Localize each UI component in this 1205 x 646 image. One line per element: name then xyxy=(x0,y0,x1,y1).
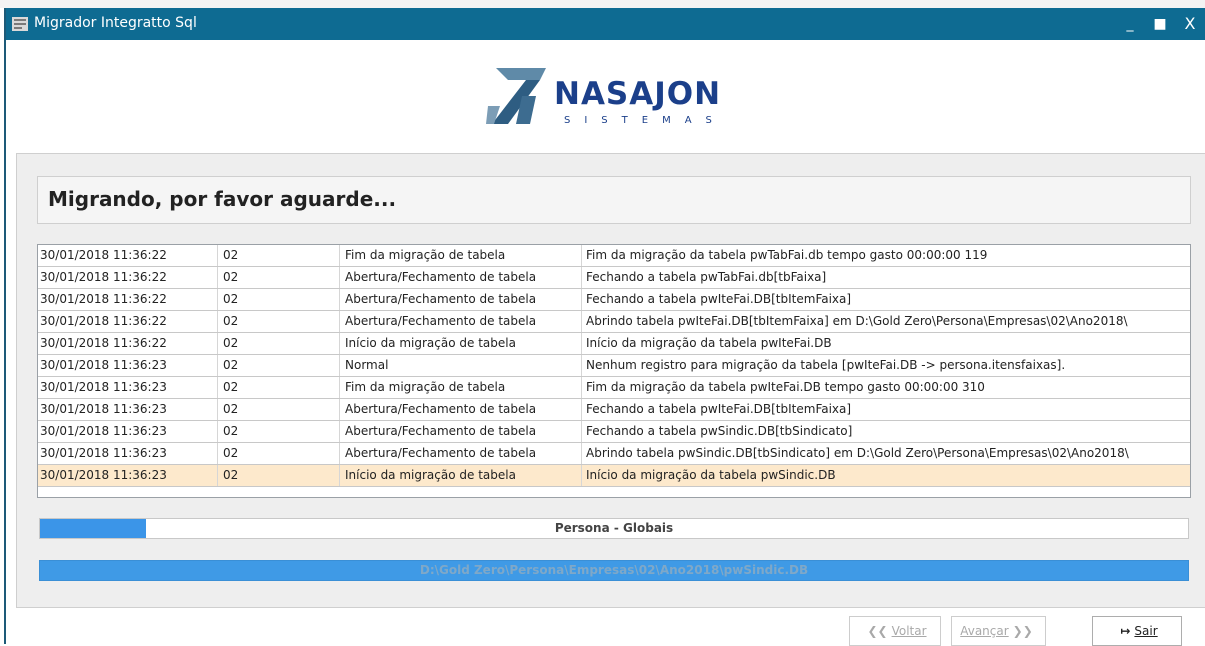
log-cell-message: Fechando a tabela pwIteFai.DB[tbItemFaix… xyxy=(586,292,852,306)
log-row[interactable]: 30/01/2018 11:36:23 02 Abertura/Fechamento… xyxy=(38,399,1190,421)
title-bar[interactable]: Migrador Integratto Sql _ ■ X xyxy=(6,8,1205,40)
log-row[interactable]: 30/01/2018 11:36:22 02 Abertura/Fechamento… xyxy=(38,311,1190,333)
log-cell-message: Início da migração da tabela pwIteFai.DB xyxy=(586,336,832,350)
log-cell-type: Fim da migração de tabela xyxy=(340,377,582,398)
next-button-label: Avançar xyxy=(960,624,1009,638)
log-cell-datetime: 30/01/2018 11:36:22 xyxy=(38,267,218,288)
page-title: Migrando, por favor aguarde... xyxy=(48,187,397,211)
top-strip xyxy=(0,0,1205,8)
log-row[interactable]: 30/01/2018 11:36:23 02 Abertura/Fechamento… xyxy=(38,443,1190,465)
log-cell-datetime: 30/01/2018 11:36:23 xyxy=(38,355,218,376)
exit-button[interactable]: ↦ Sair xyxy=(1092,616,1182,646)
log-cell-datetime: 30/01/2018 11:36:23 xyxy=(38,377,218,398)
log-cell-datetime: 30/01/2018 11:36:22 xyxy=(38,333,218,354)
log-cell-company: 02 xyxy=(218,465,340,486)
exit-button-label: Sair xyxy=(1134,624,1158,638)
log-cell-company: 02 xyxy=(218,355,340,376)
exit-icon: ↦ xyxy=(1120,624,1131,638)
logo-subtitle: SISTEMAS xyxy=(564,115,726,126)
log-cell-datetime: 30/01/2018 11:36:23 xyxy=(38,443,218,464)
log-row[interactable]: 30/01/2018 11:36:23 02 Abertura/Fechamento… xyxy=(38,421,1190,443)
log-cell-type: Abertura/Fechamento de tabela xyxy=(340,267,582,288)
log-cell-type: Início da migração de tabela xyxy=(340,465,582,486)
log-cell-datetime: 30/01/2018 11:36:23 xyxy=(38,399,218,420)
app-window: Migrador Integratto Sql _ ■ X NASAJON SI… xyxy=(4,8,1205,646)
log-cell-company: 02 xyxy=(218,377,340,398)
log-cell-datetime: 30/01/2018 11:36:23 xyxy=(38,421,218,442)
log-cell-message: Abrindo tabela pwSindic.DB[tbSindicato] … xyxy=(586,446,1129,460)
maximize-button[interactable]: ■ xyxy=(1149,13,1171,35)
log-cell-type: Abertura/Fechamento de tabela xyxy=(340,289,582,310)
log-row[interactable]: 30/01/2018 11:36:22 02 Abertura/Fechamento… xyxy=(38,267,1190,289)
log-cell-message: Fim da migração da tabela pwTabFai.db te… xyxy=(586,248,988,262)
back-button[interactable]: ❮❮ Voltar xyxy=(849,616,941,646)
log-row[interactable]: 30/01/2018 11:36:22 02 Início da migração … xyxy=(38,333,1190,355)
log-cell-company: 02 xyxy=(218,311,340,332)
log-cell-type: Abertura/Fechamento de tabela xyxy=(340,443,582,464)
overall-progress-label: Persona - Globais xyxy=(554,521,674,535)
log-cell-datetime: 30/01/2018 11:36:22 xyxy=(38,289,218,310)
close-button[interactable]: X xyxy=(1179,13,1201,35)
log-cell-company: 02 xyxy=(218,333,340,354)
migration-panel: Migrando, por favor aguarde... 30/01/201… xyxy=(16,153,1205,608)
log-cell-datetime: 30/01/2018 11:36:23 xyxy=(38,465,218,486)
log-cell-message: Abrindo tabela pwIteFai.DB[tbItemFaixa] … xyxy=(586,314,1128,328)
log-cell-message: Início da migração da tabela pwSindic.DB xyxy=(586,468,836,482)
log-cell-message: Nenhum registro para migração da tabela … xyxy=(586,358,1066,372)
log-row[interactable]: 30/01/2018 11:36:23 02 Fim da migração de … xyxy=(38,377,1190,399)
window-title: Migrador Integratto Sql xyxy=(34,15,197,31)
file-progress-label: D:\Gold Zero\Persona\Empresas\02\Ano2018… xyxy=(419,563,809,577)
logo-text: NASAJON xyxy=(554,76,722,112)
log-cell-type: Início da migração de tabela xyxy=(340,333,582,354)
double-chevron-left-icon: ❮❮ xyxy=(867,624,888,638)
log-row[interactable]: 30/01/2018 11:36:23 02 Normal Nenhum regist… xyxy=(38,355,1190,377)
log-cell-datetime: 30/01/2018 11:36:22 xyxy=(38,245,218,266)
log-cell-datetime: 30/01/2018 11:36:22 xyxy=(38,311,218,332)
log-cell-company: 02 xyxy=(218,267,340,288)
next-button[interactable]: Avançar ❯❯ xyxy=(951,616,1046,646)
log-cell-company: 02 xyxy=(218,289,340,310)
log-grid[interactable]: 30/01/2018 11:36:22 02 Fim da migração de … xyxy=(37,244,1191,498)
log-cell-message: Fim da migração da tabela pwIteFai.DB te… xyxy=(586,380,985,394)
log-cell-type: Fim da migração de tabela xyxy=(340,245,582,266)
log-cell-message: Fechando a tabela pwSindic.DB[tbSindicat… xyxy=(586,424,853,438)
log-cell-company: 02 xyxy=(218,443,340,464)
log-cell-type: Abertura/Fechamento de tabela xyxy=(340,421,582,442)
double-chevron-right-icon: ❯❯ xyxy=(1012,624,1033,638)
heading-box: Migrando, por favor aguarde... xyxy=(37,176,1191,224)
log-cell-message: Fechando a tabela pwIteFai.DB[tbItemFaix… xyxy=(586,402,852,416)
nasajon-logo: NASAJON SISTEMAS xyxy=(486,66,746,136)
log-cell-company: 02 xyxy=(218,421,340,442)
log-row[interactable]: 30/01/2018 11:36:22 02 Fim da migração de … xyxy=(38,245,1190,267)
overall-progress-bar: Persona - Globais xyxy=(39,518,1189,539)
log-cell-type: Abertura/Fechamento de tabela xyxy=(340,311,582,332)
file-progress-bar: D:\Gold Zero\Persona\Empresas\02\Ano2018… xyxy=(39,560,1189,581)
log-cell-type: Abertura/Fechamento de tabela xyxy=(340,399,582,420)
log-cell-message: Fechando a tabela pwTabFai.db[tbFaixa] xyxy=(586,270,827,284)
log-cell-company: 02 xyxy=(218,245,340,266)
log-cell-type: Normal xyxy=(340,355,582,376)
log-row[interactable]: 30/01/2018 11:36:23 02 Início da migração … xyxy=(38,465,1190,487)
logo-mark-icon xyxy=(486,68,546,124)
log-row[interactable]: 30/01/2018 11:36:22 02 Abertura/Fechamento… xyxy=(38,289,1190,311)
minimize-button[interactable]: _ xyxy=(1119,13,1141,35)
back-button-label: Voltar xyxy=(891,624,927,638)
log-cell-company: 02 xyxy=(218,399,340,420)
app-icon xyxy=(12,17,28,31)
